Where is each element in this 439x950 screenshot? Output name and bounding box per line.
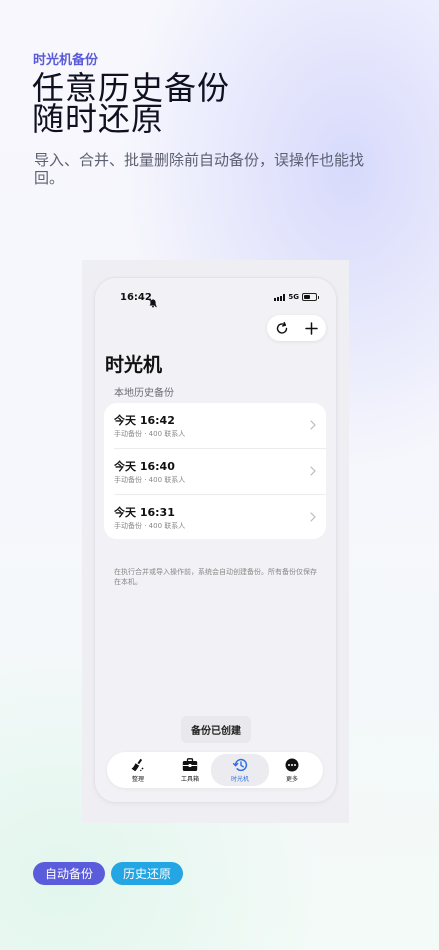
subtitle: 导入、合并、批量删除前自动备份，误操作也能找回。: [34, 151, 365, 187]
plus-icon: [305, 321, 318, 335]
tab-toolbox[interactable]: 工具箱: [163, 752, 217, 788]
headline-line-2: 随时还原: [32, 100, 165, 138]
backup-row[interactable]: 今天 16:42 手动备份 · 400 联系人: [104, 403, 326, 448]
action-pill: [267, 315, 326, 341]
tab-more[interactable]: 更多: [265, 752, 319, 788]
tab-organize[interactable]: 整理: [111, 752, 165, 788]
backup-title: 今天 16:40: [114, 460, 175, 473]
broom-icon: [131, 758, 144, 771]
status-right: 5G: [274, 293, 319, 301]
status-time: 16:42: [120, 292, 152, 303]
refresh-button[interactable]: [271, 317, 293, 339]
section-title: 本地历史备份: [114, 388, 174, 399]
signal-icon: [274, 293, 286, 301]
chevron-right-icon: [310, 466, 316, 476]
chip-history-restore: 历史还原: [111, 862, 183, 885]
backup-meta: 手动备份 · 400 联系人: [114, 476, 186, 484]
add-button[interactable]: [300, 317, 322, 339]
chevron-right-icon: [310, 420, 316, 430]
tab-time-machine[interactable]: 时光机: [211, 754, 269, 786]
more-icon: [285, 758, 299, 771]
headline: 任意历史备份 随时还原: [32, 72, 230, 138]
toast-message: 备份已创建: [181, 716, 251, 743]
tab-label: 时光机: [230, 775, 249, 783]
phone-device: 16:42 5G 时光机 本地历史备份 今天 16:42 手动备份 · 400 …: [94, 277, 337, 803]
backup-row[interactable]: 今天 16:40 手动备份 · 400 联系人: [104, 449, 326, 494]
chevron-right-icon: [310, 512, 316, 522]
backup-list: 今天 16:42 手动备份 · 400 联系人 今天 16:40 手动备份 · …: [104, 403, 326, 539]
tab-label: 更多: [285, 775, 298, 783]
backup-title: 今天 16:42: [114, 414, 175, 427]
bell-icon: [149, 293, 157, 312]
chip-auto-backup: 自动备份: [33, 862, 105, 885]
footnote: 在执行合并或导入操作前，系统会自动创建备份。所有备份仅保存在本机。: [114, 568, 317, 586]
tab-label: 整理: [131, 775, 144, 783]
eyebrow-label: 时光机备份: [33, 53, 99, 68]
tab-label: 工具箱: [180, 775, 199, 783]
backup-row[interactable]: 今天 16:31 手动备份 · 400 联系人: [104, 495, 326, 540]
refresh-icon: [276, 321, 287, 334]
backup-title: 今天 16:31: [114, 506, 175, 519]
battery-icon: [302, 293, 319, 301]
backup-meta: 手动备份 · 400 联系人: [114, 430, 186, 438]
screen-title: 时光机: [105, 354, 163, 376]
network-label: 5G: [288, 293, 299, 301]
history-icon: [232, 758, 247, 771]
backup-meta: 手动备份 · 400 联系人: [114, 522, 186, 530]
toolbox-icon: [182, 757, 198, 771]
tab-bar: 整理 工具箱 时光机 更多: [107, 752, 323, 788]
